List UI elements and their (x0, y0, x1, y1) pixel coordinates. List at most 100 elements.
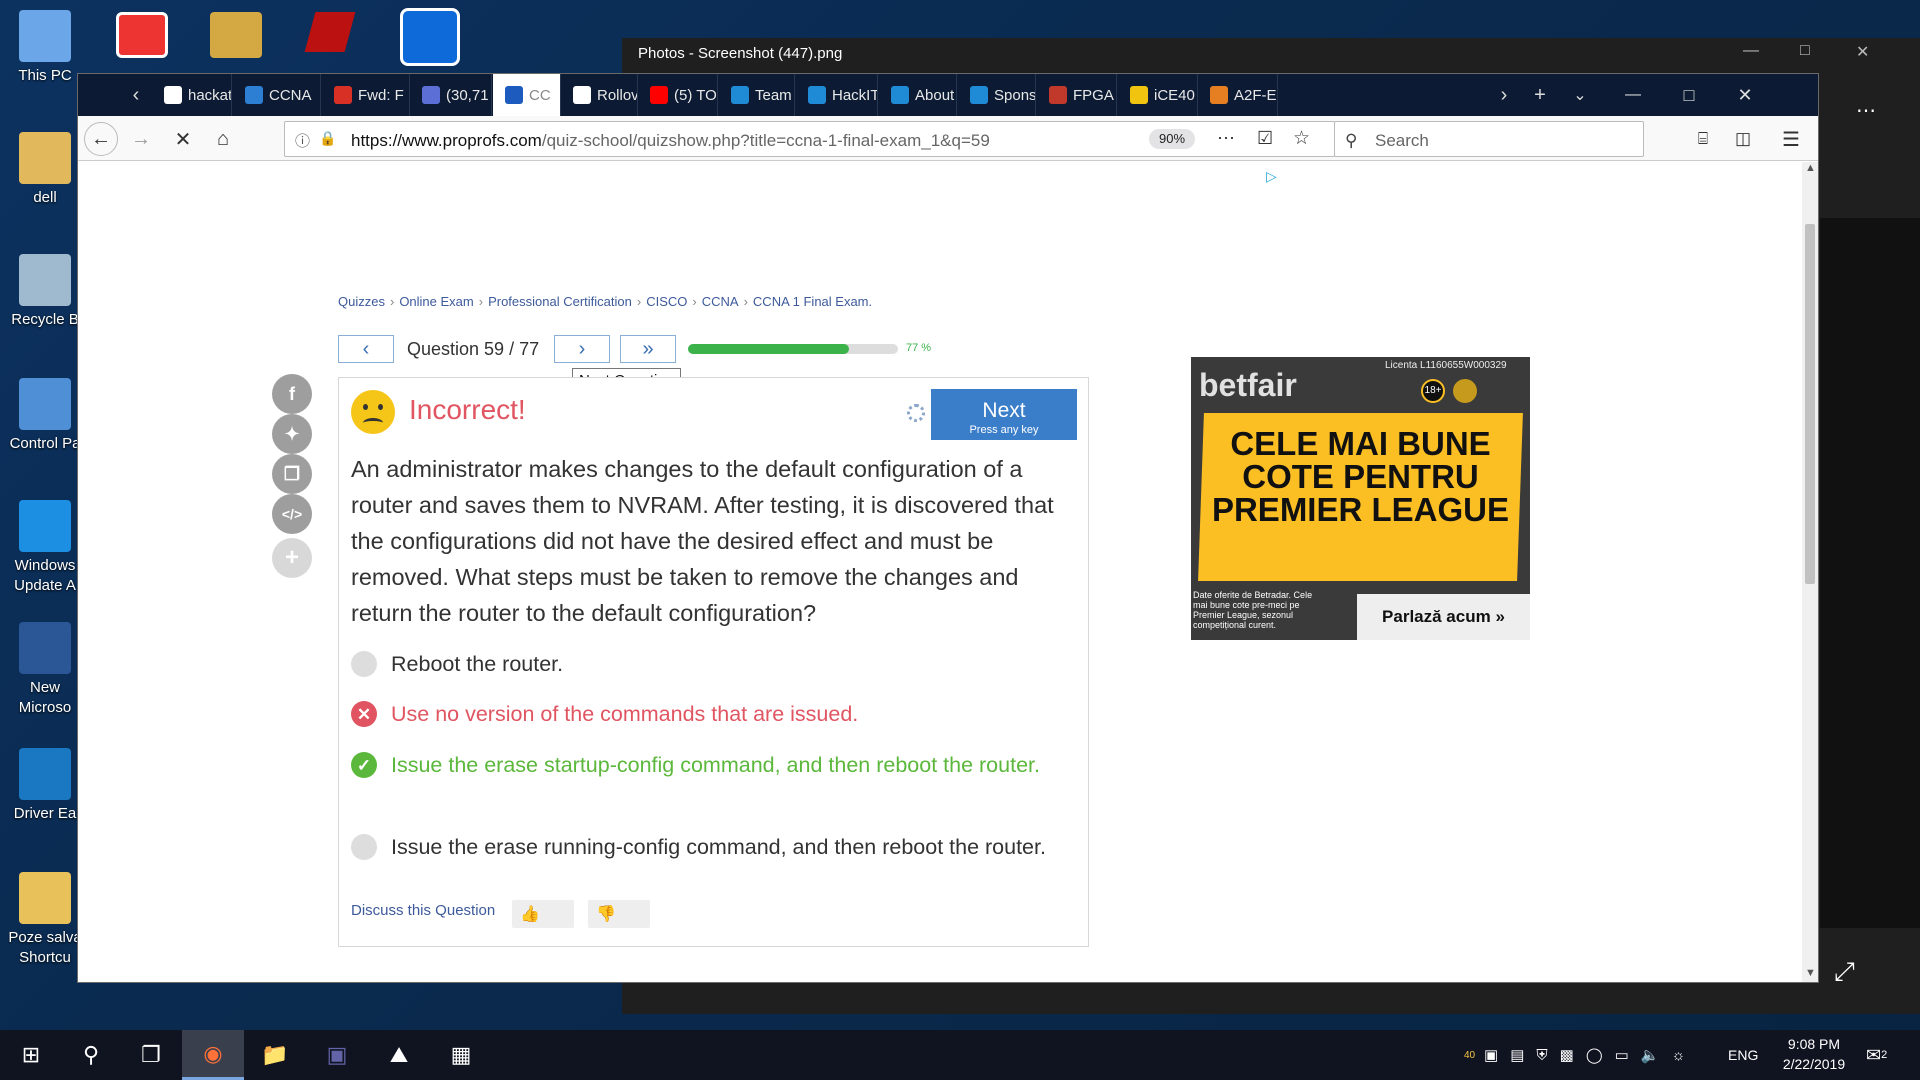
app-tray-icon[interactable]: ◯ (1586, 1046, 1603, 1064)
tab-item[interactable]: CC✕ (493, 74, 561, 116)
breadcrumb-link[interactable]: CCNA 1 Final Exam. (753, 294, 872, 309)
thumbs-up-icon[interactable]: 👍 (512, 900, 574, 928)
url-text[interactable]: https://www.proprofs.com/quiz-school/qui… (351, 131, 990, 151)
breadcrumb-link[interactable]: Online Exam (399, 294, 473, 309)
notification-icon[interactable]: ✉ 2 (1866, 1030, 1887, 1080)
tab-scroll-left-icon[interactable]: ‹ (122, 74, 150, 116)
sidebar-icon[interactable]: ◫ (1726, 122, 1760, 156)
breadcrumb-link[interactable]: Quizzes (338, 294, 385, 309)
scrollbar-thumb[interactable] (1805, 224, 1815, 584)
tab-item[interactable]: Spons (958, 74, 1036, 116)
photos-side-panel (1820, 218, 1920, 928)
security-tray-icon[interactable]: ▩ (1560, 1046, 1574, 1064)
tab-item[interactable]: A2F-E (1198, 74, 1278, 116)
library-icon[interactable]: ⌸ (1686, 122, 1720, 156)
tab-item[interactable]: (30,71 (410, 74, 492, 116)
teams-tray-icon[interactable]: ▣ (1484, 1046, 1498, 1064)
ad-banner[interactable]: betfair Licenta L1160655W000329 18+ CELE… (1191, 357, 1530, 640)
maximize-icon[interactable]: □ (1664, 74, 1714, 116)
last-question-button[interactable]: » (620, 335, 676, 363)
next-question-button[interactable]: › (554, 335, 610, 363)
search-box[interactable]: ⚲ Search (1334, 121, 1644, 157)
desktop-app-icon-1[interactable] (104, 6, 180, 70)
search-input[interactable]: Search (1375, 131, 1429, 151)
tab-item[interactable]: (5) TO (638, 74, 718, 116)
answer-option-wrong[interactable]: ✕ Use no version of the commands that ar… (351, 698, 1071, 731)
address-bar[interactable]: ⓘ 🔒 https://www.proprofs.com/quiz-school… (284, 121, 1335, 157)
answer-option-correct[interactable]: ✓ Issue the erase startup-config command… (351, 749, 1071, 782)
lock-icon[interactable]: 🔒 (319, 130, 336, 147)
shield-icon[interactable]: ⛨ (1536, 1047, 1547, 1064)
clock[interactable]: 9:08 PM 2/22/2019 (1766, 1034, 1862, 1074)
page-content: ▷ Quizzes › Online Exam › Professional Certi… (78, 162, 1802, 982)
prev-question-button[interactable]: ‹ (338, 335, 394, 363)
ad-choices-icon[interactable]: ▷ (1266, 168, 1277, 185)
breadcrumb-link[interactable]: CCNA (702, 294, 739, 309)
tab-scroll-right-icon[interactable]: › (1490, 74, 1518, 116)
teams-icon[interactable]: ▣ (306, 1030, 368, 1080)
minimize-icon[interactable]: — (1743, 42, 1759, 60)
twitter-share-icon[interactable]: ✦ (272, 414, 312, 454)
forward-icon[interactable]: → (124, 122, 158, 156)
ad-cta-button[interactable]: Parlază acum » (1357, 594, 1530, 640)
more-options-icon[interactable]: ⋯ (1856, 98, 1876, 123)
volume-icon[interactable]: 🔈 (1641, 1046, 1660, 1064)
tab-item[interactable]: FPGA (1037, 74, 1117, 116)
pocket-icon[interactable]: ☑ (1257, 128, 1273, 149)
breadcrumb-link[interactable]: CISCO (646, 294, 687, 309)
stop-loading-icon[interactable]: ✕ (166, 122, 200, 156)
file-explorer-icon[interactable]: 📁 (244, 1030, 306, 1080)
tab-item[interactable]: iCE40 (1118, 74, 1198, 116)
zoom-indicator[interactable]: 90% (1149, 129, 1195, 149)
tab-label: Fwd: F (358, 86, 404, 104)
task-view-icon[interactable]: ❐ (120, 1030, 182, 1080)
network-tray-icon[interactable]: ▤ (1510, 1046, 1524, 1064)
wifi-icon[interactable]: ☼ (1672, 1047, 1686, 1064)
expand-icon[interactable]: ⤢ (1834, 956, 1855, 988)
tab-item[interactable]: Fwd: F (322, 74, 410, 116)
embed-code-icon[interactable]: </> (272, 494, 312, 534)
next-button[interactable]: Next Press any key (931, 389, 1077, 440)
tab-list-icon[interactable]: ⌄ (1562, 74, 1598, 116)
minimize-icon[interactable]: — (1608, 74, 1658, 116)
info-icon[interactable]: ⓘ (295, 130, 310, 151)
start-windows-icon[interactable]: ⊞ (0, 1030, 62, 1080)
maximize-icon[interactable]: □ (1800, 42, 1810, 60)
answer-option[interactable]: Reboot the router. (351, 648, 1071, 681)
vertical-scrollbar[interactable]: ▲ ▼ (1802, 162, 1818, 982)
home-icon[interactable]: ⌂ (206, 122, 240, 156)
tab-item[interactable]: hackat (152, 74, 232, 116)
thumbs-down-icon[interactable]: 👎 (588, 900, 650, 928)
photos-app-icon[interactable]: ⛰ (368, 1030, 430, 1080)
page-actions-icon[interactable]: ⋯ (1217, 128, 1235, 149)
tab-item[interactable]: HackIT (796, 74, 878, 116)
close-icon[interactable]: ✕ (1720, 74, 1770, 116)
answer-option[interactable]: Issue the erase running-config command, … (351, 831, 1071, 864)
tab-item[interactable]: About (879, 74, 957, 116)
tab-item[interactable]: CCNA (233, 74, 321, 116)
tab-item[interactable]: Team (719, 74, 795, 116)
new-tab-icon[interactable]: + (1522, 74, 1558, 116)
scroll-down-icon[interactable]: ▼ (1805, 967, 1816, 979)
teamviewer-icon[interactable] (392, 6, 468, 70)
notification-count: 2 (1881, 1049, 1888, 1061)
facebook-share-icon[interactable]: f (272, 374, 312, 414)
battery-icon[interactable]: ▭ (1615, 1046, 1629, 1064)
tab-item[interactable]: Rollov (561, 74, 638, 116)
tray-icons[interactable]: ▣ ▤ ⛨ ▩ ◯ ▭ 🔈 ☼ (1484, 1030, 1685, 1080)
copy-link-icon[interactable]: ❐ (272, 454, 312, 494)
search-icon[interactable]: ⚲ (60, 1030, 122, 1080)
menu-icon[interactable]: ☰ (1774, 122, 1808, 156)
calculator-icon[interactable]: ▦ (430, 1030, 492, 1080)
discuss-link[interactable]: Discuss this Question (351, 902, 495, 919)
scroll-up-icon[interactable]: ▲ (1805, 162, 1816, 174)
bookmark-star-icon[interactable]: ☆ (1293, 127, 1310, 150)
desktop-app-icon-2[interactable] (198, 6, 274, 70)
close-icon[interactable]: ✕ (1856, 42, 1869, 62)
back-icon[interactable]: ← (84, 122, 118, 156)
firefox-icon[interactable]: ◉ (182, 1030, 244, 1080)
breadcrumb-link[interactable]: Professional Certification (488, 294, 632, 309)
language-indicator[interactable]: ENG (1728, 1030, 1758, 1080)
desktop-app-icon-3[interactable] (292, 6, 368, 70)
more-share-icon[interactable]: + (272, 538, 312, 578)
